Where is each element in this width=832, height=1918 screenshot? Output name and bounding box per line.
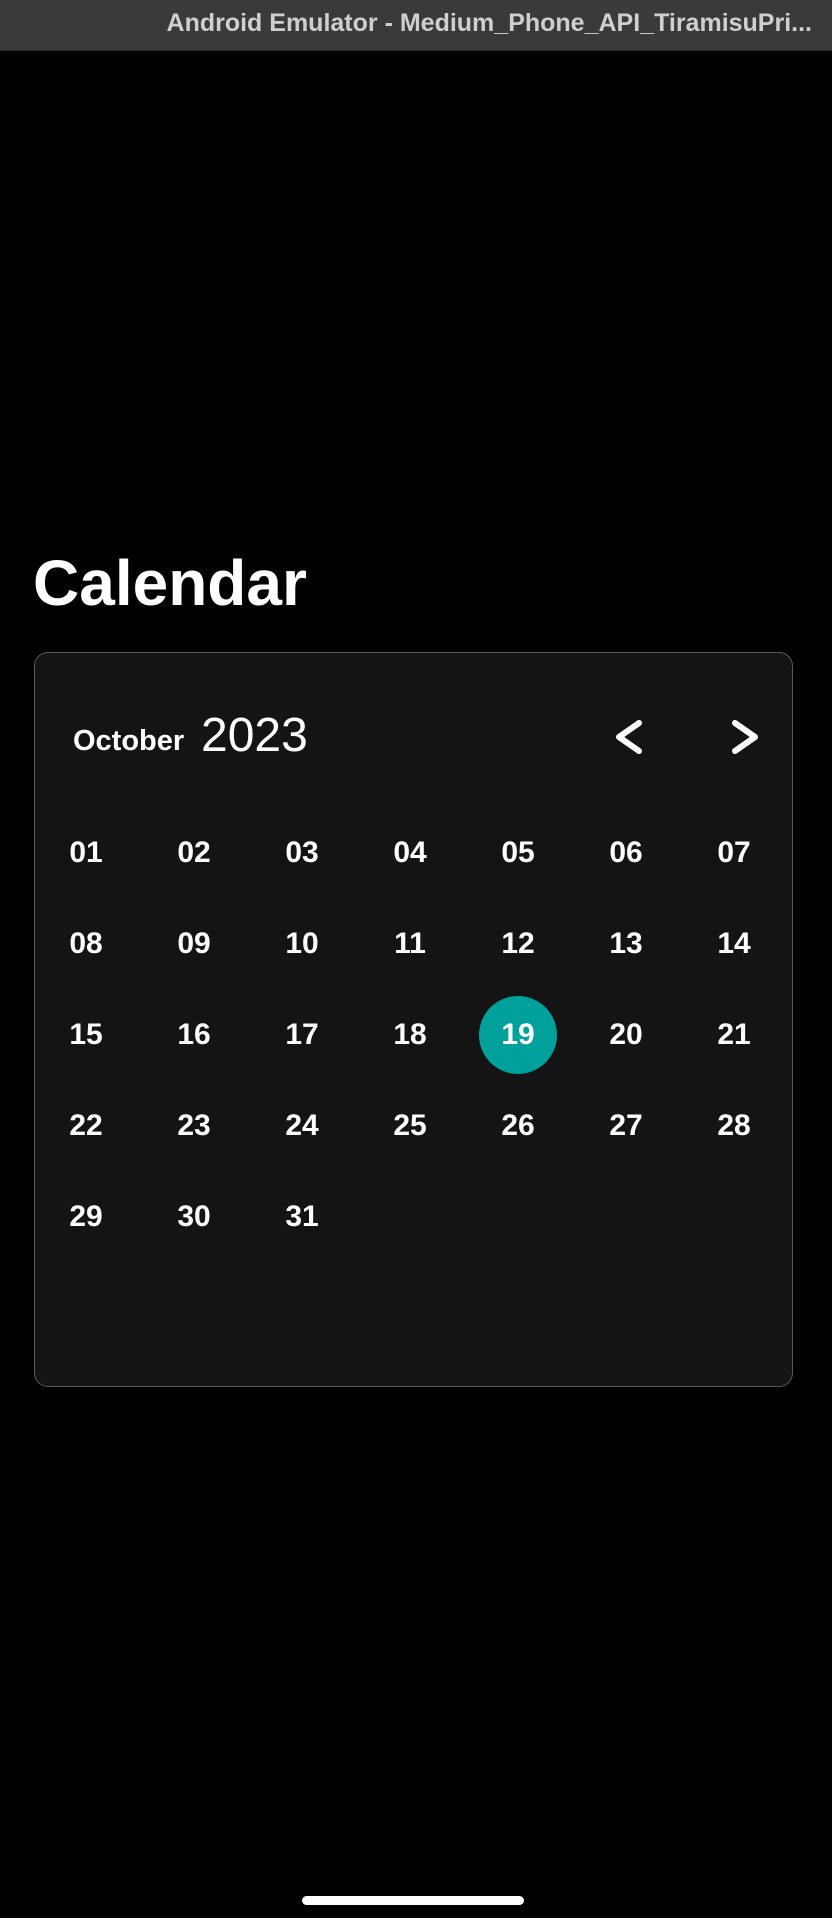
day-cell[interactable]: 21 xyxy=(695,996,773,1074)
year-label: 2023 xyxy=(201,709,308,762)
day-cell[interactable]: 25 xyxy=(371,1087,449,1165)
day-cell[interactable]: 07 xyxy=(695,814,773,892)
day-cell[interactable]: 29 xyxy=(47,1178,125,1256)
previous-month-button[interactable] xyxy=(609,715,653,759)
day-cell[interactable]: 10 xyxy=(263,905,341,983)
day-cell[interactable]: 13 xyxy=(587,905,665,983)
day-cell[interactable]: 20 xyxy=(587,996,665,1074)
chevron-left-icon xyxy=(616,720,642,754)
chevron-right-icon xyxy=(732,720,758,754)
calendar-card: October 2023 01 02 03 04 05 06 07 08 09 10 11 12 13 1… xyxy=(34,652,793,1387)
day-cell[interactable]: 26 xyxy=(479,1087,557,1165)
day-cell[interactable]: 27 xyxy=(587,1087,665,1165)
day-cell[interactable]: 30 xyxy=(155,1178,233,1256)
window-title-bar: Android Emulator - Medium_Phone_API_Tira… xyxy=(0,0,832,51)
day-cell[interactable]: 28 xyxy=(695,1087,773,1165)
day-cell[interactable]: 23 xyxy=(155,1087,233,1165)
day-cell[interactable]: 16 xyxy=(155,996,233,1074)
day-cell[interactable]: 09 xyxy=(155,905,233,983)
window-title: Android Emulator - Medium_Phone_API_Tira… xyxy=(166,9,812,37)
day-cell[interactable]: 24 xyxy=(263,1087,341,1165)
day-cell[interactable]: 14 xyxy=(695,905,773,983)
day-cell[interactable]: 17 xyxy=(263,996,341,1074)
day-cell-selected[interactable]: 19 xyxy=(479,996,557,1074)
day-cell[interactable]: 31 xyxy=(263,1178,341,1256)
day-cell[interactable]: 06 xyxy=(587,814,665,892)
page-title: Calendar xyxy=(33,547,307,619)
day-cell[interactable]: 22 xyxy=(47,1087,125,1165)
day-cell[interactable]: 01 xyxy=(47,814,125,892)
day-cell[interactable]: 04 xyxy=(371,814,449,892)
next-month-button[interactable] xyxy=(721,715,765,759)
day-cell[interactable]: 15 xyxy=(47,996,125,1074)
day-cell[interactable]: 02 xyxy=(155,814,233,892)
month-label: October xyxy=(73,725,185,757)
home-indicator[interactable] xyxy=(302,1896,524,1905)
day-cell[interactable]: 05 xyxy=(479,814,557,892)
day-cell[interactable]: 18 xyxy=(371,996,449,1074)
day-cell[interactable]: 11 xyxy=(371,905,449,983)
day-cell[interactable]: 08 xyxy=(47,905,125,983)
day-cell[interactable]: 03 xyxy=(263,814,341,892)
day-cell[interactable]: 12 xyxy=(479,905,557,983)
